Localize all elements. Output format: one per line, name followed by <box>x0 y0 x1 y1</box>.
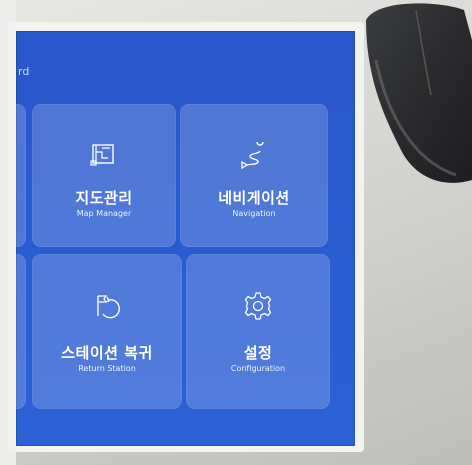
computer-mouse <box>366 3 472 183</box>
return-station-label: 스테이션 복귀 <box>61 344 153 362</box>
screen: rd 지도관리 Map Manager 네비게이션 Navigation 스테이… <box>16 31 355 446</box>
navigation-tile[interactable]: 네비게이션 Navigation <box>180 104 328 247</box>
tile-partial-top[interactable] <box>16 104 26 247</box>
dashboard-title-fragment: rd <box>18 65 30 78</box>
configuration-sublabel: Configuration <box>230 364 286 373</box>
configuration-label: 설정 <box>243 344 273 362</box>
return-station-tile[interactable]: 스테이션 복귀 Return Station <box>32 254 182 409</box>
map-manager-tile[interactable]: 지도관리 Map Manager <box>32 104 176 247</box>
route-icon <box>241 142 264 170</box>
map-manager-sublabel: Map Manager <box>76 209 132 218</box>
map-manager-label: 지도관리 <box>75 189 133 207</box>
flag-return-icon <box>97 295 120 319</box>
navigation-label: 네비게이션 <box>218 189 290 207</box>
configuration-tile[interactable]: 설정 Configuration <box>186 254 330 409</box>
navigation-sublabel: Navigation <box>232 209 276 218</box>
tile-partial-bottom[interactable] <box>16 254 26 409</box>
gear-icon <box>244 292 272 320</box>
map-icon <box>90 144 114 166</box>
return-station-sublabel: Return Station <box>78 364 136 373</box>
